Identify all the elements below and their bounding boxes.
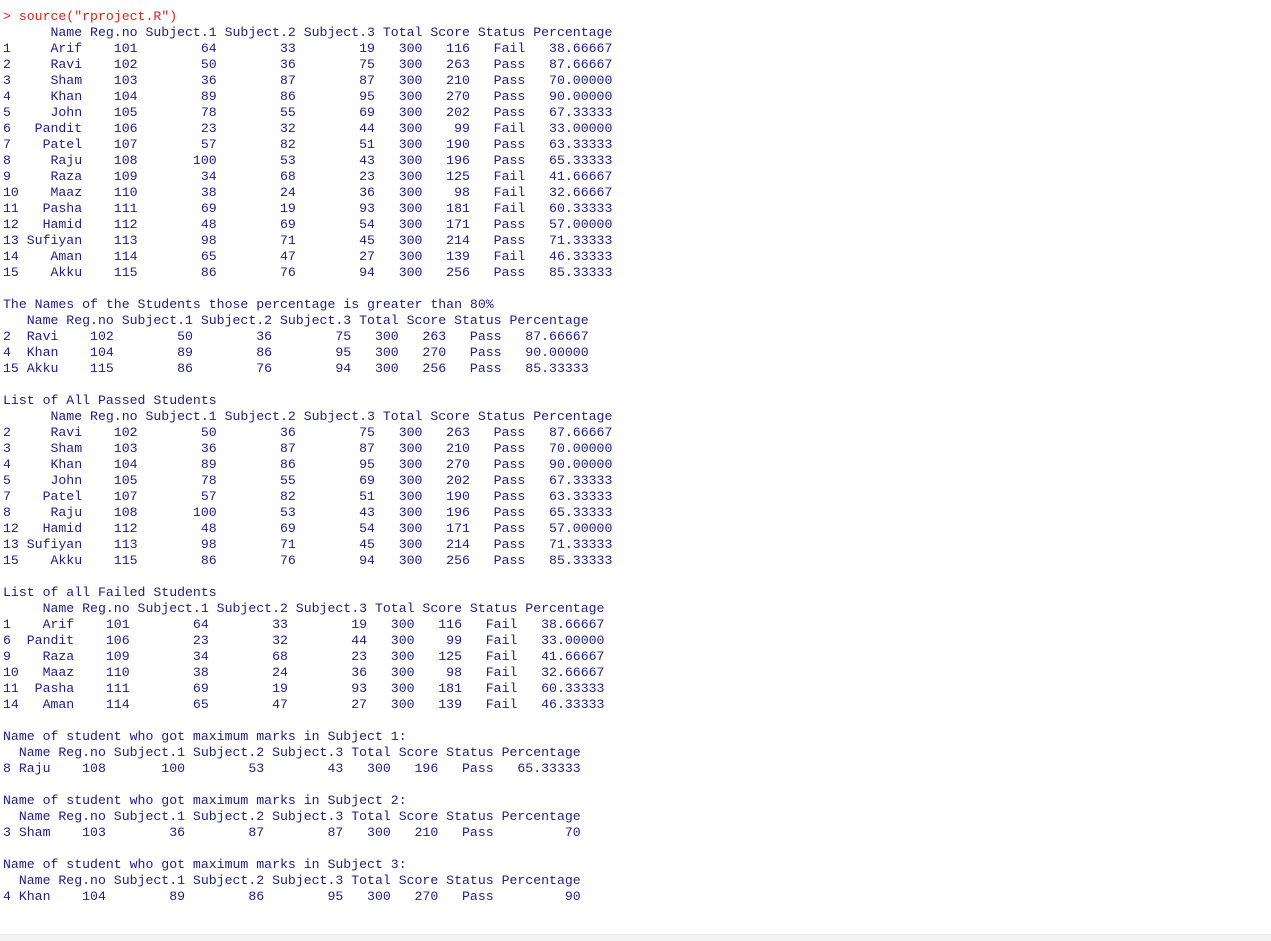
console-output-line: 4 Khan 104 89 86 95 300 270 Pass 90.0000…: [3, 89, 613, 104]
console-output-line: 3 Sham 103 36 87 87 300 210 Pass 70: [3, 825, 581, 840]
console-output-line: 1 Arif 101 64 33 19 300 116 Fail 38.6666…: [3, 41, 613, 56]
console-output-line: 3 Sham 103 36 87 87 300 210 Pass 70.0000…: [3, 73, 613, 88]
console-output-line: 2 Ravi 102 50 36 75 300 263 Pass 87.6666…: [3, 329, 589, 344]
console-output-line: 8 Raju 108 100 53 43 300 196 Pass 65.333…: [3, 505, 613, 520]
console-output-line: 11 Pasha 111 69 19 93 300 181 Fail 60.33…: [3, 681, 605, 696]
console-output-line: 10 Maaz 110 38 24 36 300 98 Fail 32.6666…: [3, 185, 613, 200]
console-output-line: Name Reg.no Subject.1 Subject.2 Subject.…: [3, 601, 605, 616]
console-output-line: Name Reg.no Subject.1 Subject.2 Subject.…: [3, 25, 613, 40]
console-output-line: 1 Arif 101 64 33 19 300 116 Fail 38.6666…: [3, 617, 605, 632]
console-output-line: 3 Sham 103 36 87 87 300 210 Pass 70.0000…: [3, 441, 613, 456]
console-output-line: 4 Khan 104 89 86 95 300 270 Pass 90.0000…: [3, 457, 613, 472]
console-output-line: Name Reg.no Subject.1 Subject.2 Subject.…: [3, 313, 589, 328]
console-output-line: 7 Patel 107 57 82 51 300 190 Pass 63.333…: [3, 137, 613, 152]
console-output-line: 2 Ravi 102 50 36 75 300 263 Pass 87.6666…: [3, 57, 613, 72]
console-output-line: 10 Maaz 110 38 24 36 300 98 Fail 32.6666…: [3, 665, 605, 680]
console-output-line: 6 Pandit 106 23 32 44 300 99 Fail 33.000…: [3, 633, 605, 648]
console-output-line: 13 Sufiyan 113 98 71 45 300 214 Pass 71.…: [3, 537, 613, 552]
console-output-line: Name of student who got maximum marks in…: [3, 857, 407, 872]
console-command-line: > source("rproject.R"): [3, 9, 178, 24]
console-output-line: 5 John 105 78 55 69 300 202 Pass 67.3333…: [3, 473, 613, 488]
console-output-line: List of all Failed Students: [3, 585, 217, 600]
console-output-line: 11 Pasha 111 69 19 93 300 181 Fail 60.33…: [3, 201, 613, 216]
console-output-line: List of All Passed Students: [3, 393, 217, 408]
console-output-line: Name Reg.no Subject.1 Subject.2 Subject.…: [3, 409, 613, 424]
console-output-line: Name Reg.no Subject.1 Subject.2 Subject.…: [3, 745, 581, 760]
console-output-line: 4 Khan 104 89 86 95 300 270 Pass 90: [3, 889, 581, 904]
console-output-line: 5 John 105 78 55 69 300 202 Pass 67.3333…: [3, 105, 613, 120]
console-output-line: 15 Akku 115 86 76 94 300 256 Pass 85.333…: [3, 553, 613, 568]
console-output-line: 8 Raju 108 100 53 43 300 196 Pass 65.333…: [3, 761, 581, 776]
console-output-line: 9 Raza 109 34 68 23 300 125 Fail 41.6666…: [3, 649, 605, 664]
console-output-line: 9 Raza 109 34 68 23 300 125 Fail 41.6666…: [3, 169, 613, 184]
console-output-line: Name Reg.no Subject.1 Subject.2 Subject.…: [3, 873, 581, 888]
console-output-line: 7 Patel 107 57 82 51 300 190 Pass 63.333…: [3, 489, 613, 504]
console-output-line: 2 Ravi 102 50 36 75 300 263 Pass 87.6666…: [3, 425, 613, 440]
console-output-line: The Names of the Students those percenta…: [3, 297, 494, 312]
console-output-line: 6 Pandit 106 23 32 44 300 99 Fail 33.000…: [3, 121, 613, 136]
console-output-line: 8 Raju 108 100 53 43 300 196 Pass 65.333…: [3, 153, 613, 168]
console-output-line: 15 Akku 115 86 76 94 300 256 Pass 85.333…: [3, 361, 589, 376]
console-output-line: Name Reg.no Subject.1 Subject.2 Subject.…: [3, 809, 581, 824]
console-output-line: 12 Hamid 112 48 69 54 300 171 Pass 57.00…: [3, 521, 613, 536]
console-output-line: 4 Khan 104 89 86 95 300 270 Pass 90.0000…: [3, 345, 589, 360]
console-output-line: 14 Aman 114 65 47 27 300 139 Fail 46.333…: [3, 249, 613, 264]
console-output-line: Name of student who got maximum marks in…: [3, 729, 407, 744]
console-output-line: 15 Akku 115 86 76 94 300 256 Pass 85.333…: [3, 265, 613, 280]
console-output-line: Name of student who got maximum marks in…: [3, 793, 407, 808]
console-output-line: 14 Aman 114 65 47 27 300 139 Fail 46.333…: [3, 697, 605, 712]
console-output-line: 13 Sufiyan 113 98 71 45 300 214 Pass 71.…: [3, 233, 613, 248]
r-console-output: > source("rproject.R") Name Reg.no Subje…: [3, 9, 1265, 929]
console-output-line: 12 Hamid 112 48 69 54 300 171 Pass 57.00…: [3, 217, 613, 232]
